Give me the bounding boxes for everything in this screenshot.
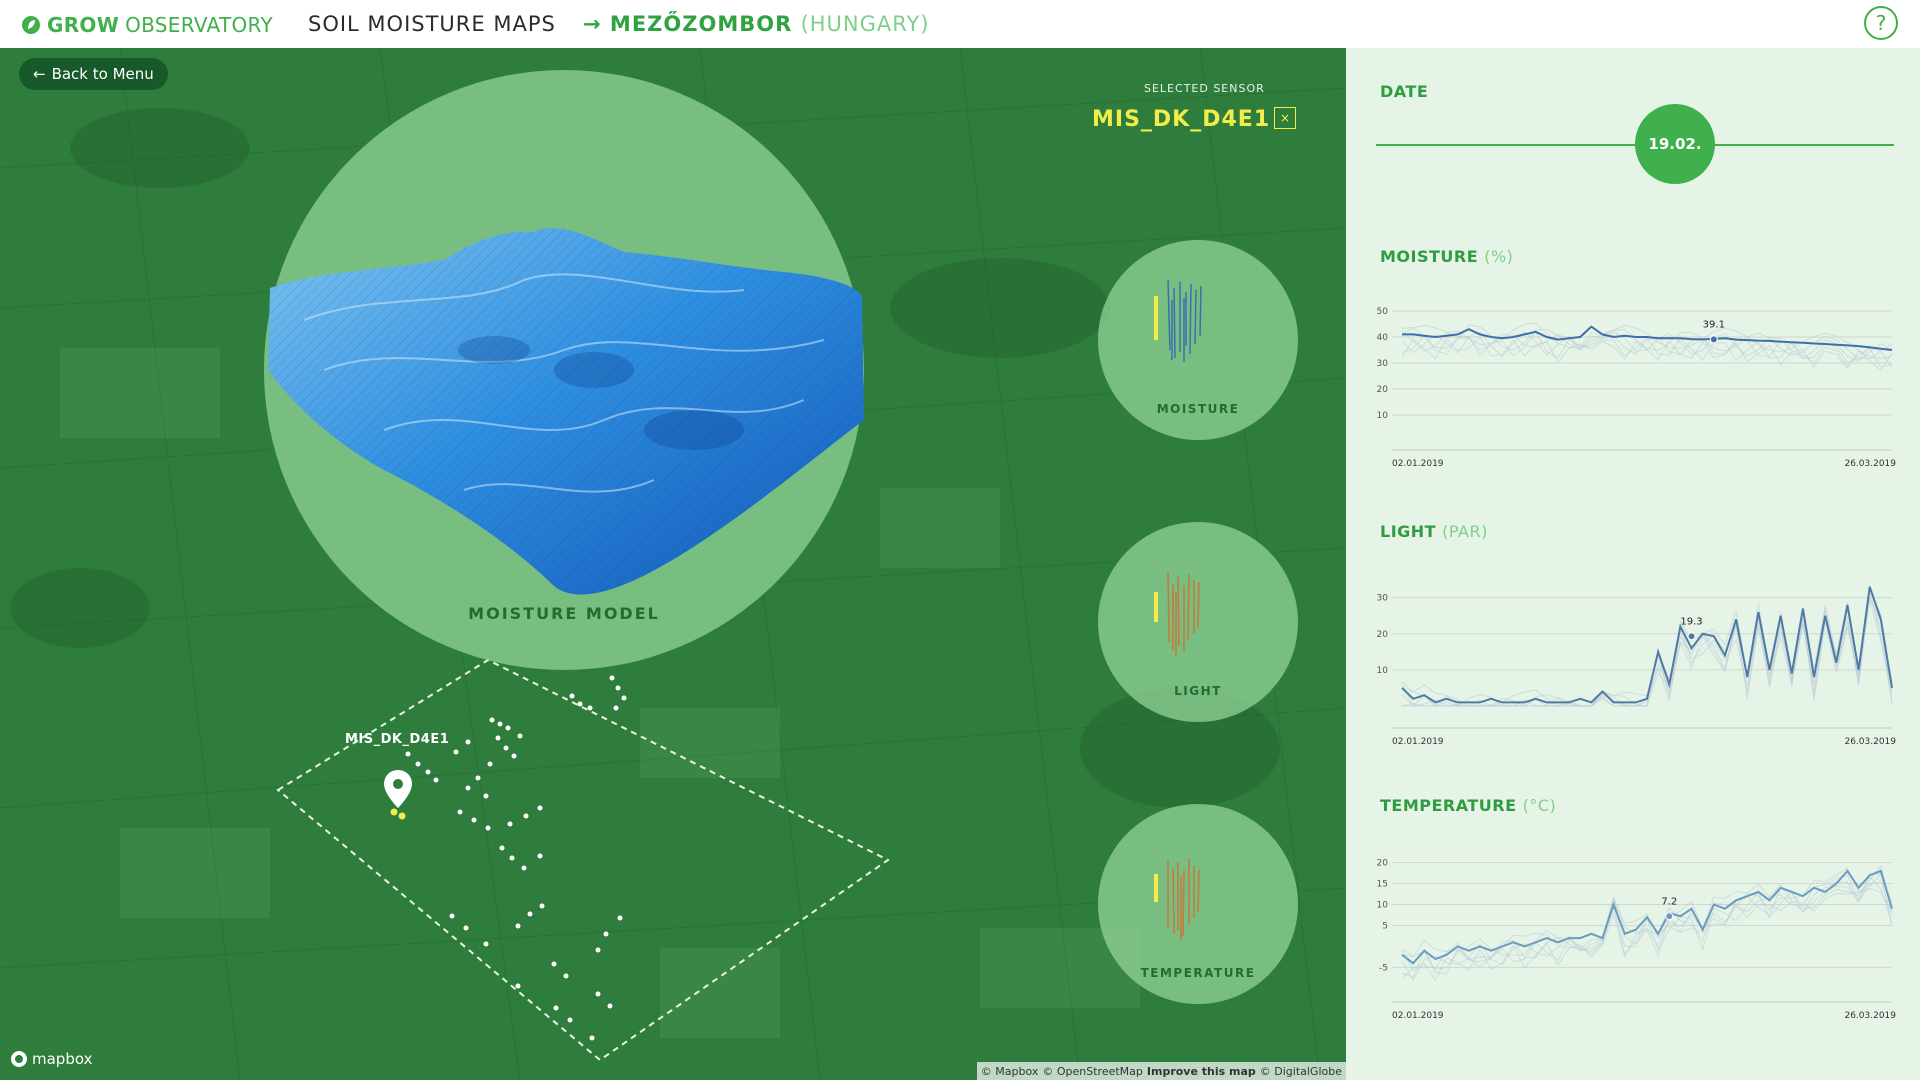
location-breadcrumb[interactable]: → MEZŐZOMBOR (HUNGARY)	[583, 12, 930, 36]
moisture-ytick-label: 30	[1377, 359, 1389, 369]
leaf-icon	[22, 16, 40, 34]
satellite-map[interactable]: ← Back to Menu SELECTED SENSOR MIS_DK_D4…	[0, 48, 1346, 1080]
mapbox-logo[interactable]: mapbox	[10, 1050, 92, 1068]
mini-temperature-label: TEMPERATURE	[1140, 966, 1256, 980]
attribution-digitalglobe[interactable]: © DigitalGlobe	[1260, 1065, 1342, 1078]
moisture-background-series	[1401, 336, 1893, 371]
temperature-ytick-label: 15	[1377, 880, 1388, 890]
temperature-marker-point	[1665, 912, 1674, 921]
moisture-xtick-end: 26.03.2019	[1844, 459, 1896, 468]
moisture-marker-point	[1709, 335, 1718, 344]
light-title: LIGHT (PAR)	[1380, 522, 1488, 541]
temperature-ytick-label: -5	[1379, 963, 1388, 973]
light-unit: (PAR)	[1442, 522, 1488, 541]
light-marker-point	[1687, 632, 1696, 641]
mini-moisture-label: MOISTURE	[1156, 402, 1240, 416]
app-title: SOIL MOISTURE MAPS	[308, 12, 556, 36]
light-ytick-label: 20	[1377, 630, 1389, 640]
mini-temperature-circle[interactable]: TEMPERATURE	[1098, 804, 1298, 1004]
location-country: (HUNGARY)	[800, 12, 930, 36]
mini-moisture-circle[interactable]: MOISTURE	[1098, 240, 1298, 440]
selected-sensor-label: SELECTED SENSOR	[1144, 82, 1265, 95]
close-icon[interactable]: ×	[1274, 107, 1296, 129]
arrow-right-icon: →	[583, 12, 602, 36]
temperature-background-series	[1401, 867, 1893, 961]
map-attribution: © Mapbox © OpenStreetMap Improve this ma…	[976, 1062, 1346, 1080]
moisture-title-text: MOISTURE	[1380, 247, 1479, 266]
mapbox-label: mapbox	[32, 1050, 93, 1068]
help-button[interactable]: ?	[1864, 6, 1898, 40]
temperature-background-series	[1401, 872, 1893, 971]
light-title-text: LIGHT	[1380, 522, 1437, 541]
moisture-ytick-label: 10	[1377, 411, 1389, 421]
brand-grow: GROW	[47, 13, 120, 37]
temperature-xtick-end: 26.03.2019	[1844, 1011, 1896, 1020]
moisture-chart[interactable]: 10 20 30 40 50 02.01.2019 26.03.2019 39.1	[1362, 288, 1902, 468]
brand-logo[interactable]: GROW OBSERVATORY	[21, 13, 273, 37]
brand-observatory: OBSERVATORY	[125, 13, 273, 37]
light-chart[interactable]: 10 20 30 02.01.2019 26.03.2019 19.3	[1362, 566, 1902, 746]
attribution-mapbox[interactable]: © Mapbox	[981, 1065, 1039, 1078]
temperature-title: TEMPERATURE (°C)	[1380, 796, 1556, 815]
mapbox-icon	[11, 1051, 27, 1067]
moisture-surface-3d	[268, 228, 864, 595]
moisture-ytick-label: 20	[1377, 385, 1389, 395]
attribution-improve[interactable]: Improve this map	[1147, 1065, 1256, 1078]
temperature-ytick-label: 10	[1377, 901, 1389, 911]
light-xtick-end: 26.03.2019	[1844, 737, 1896, 746]
light-ytick-label: 30	[1377, 594, 1389, 604]
light-xtick-start: 02.01.2019	[1392, 737, 1444, 746]
moisture-xtick-start: 02.01.2019	[1392, 459, 1444, 468]
arrow-left-icon: ←	[33, 65, 46, 83]
location-name: MEZŐZOMBOR	[609, 12, 793, 36]
date-title: DATE	[1380, 82, 1429, 101]
top-bar: GROW OBSERVATORY SOIL MOISTURE MAPS → ME…	[0, 0, 1920, 48]
moisture-marker-label: 39.1	[1703, 319, 1725, 330]
mini-light-label: LIGHT	[1174, 684, 1222, 698]
moisture-unit: (%)	[1484, 247, 1514, 266]
data-panel: DATE 19.02. MOISTURE (%) 10 20 30 40 50 02.01…	[1346, 48, 1920, 1080]
temperature-ytick-label: 20	[1377, 859, 1389, 869]
moisture-model-circle[interactable]: MOISTURE MODEL	[264, 70, 864, 670]
temperature-ytick-label: 5	[1382, 921, 1388, 931]
selected-sensor-value: MIS_DK_D4E1	[1092, 107, 1271, 132]
attribution-osm[interactable]: © OpenStreetMap	[1042, 1065, 1143, 1078]
mini-light-circle[interactable]: LIGHT	[1098, 522, 1298, 722]
temperature-chart[interactable]: -5 5 10 15 20 02.01.2019 26.03.2019 7.2	[1362, 840, 1902, 1020]
back-to-menu-button[interactable]: ← Back to Menu	[19, 58, 168, 90]
temperature-unit: (°C)	[1522, 796, 1557, 815]
light-ytick-label: 10	[1377, 666, 1389, 676]
moisture-model-label: MOISTURE MODEL	[468, 604, 660, 623]
back-to-menu-label: Back to Menu	[51, 65, 154, 83]
temperature-title-text: TEMPERATURE	[1380, 796, 1517, 815]
temperature-marker-label: 7.2	[1661, 896, 1677, 907]
date-slider-handle[interactable]: 19.02.	[1635, 104, 1715, 184]
sensor-callout-label: MIS_DK_D4E1	[345, 732, 450, 747]
light-marker-label: 19.3	[1680, 616, 1702, 627]
temperature-xtick-start: 02.01.2019	[1392, 1011, 1444, 1020]
moisture-ytick-label: 50	[1377, 307, 1389, 317]
moisture-title: MOISTURE (%)	[1380, 247, 1513, 266]
moisture-ytick-label: 40	[1377, 333, 1389, 343]
